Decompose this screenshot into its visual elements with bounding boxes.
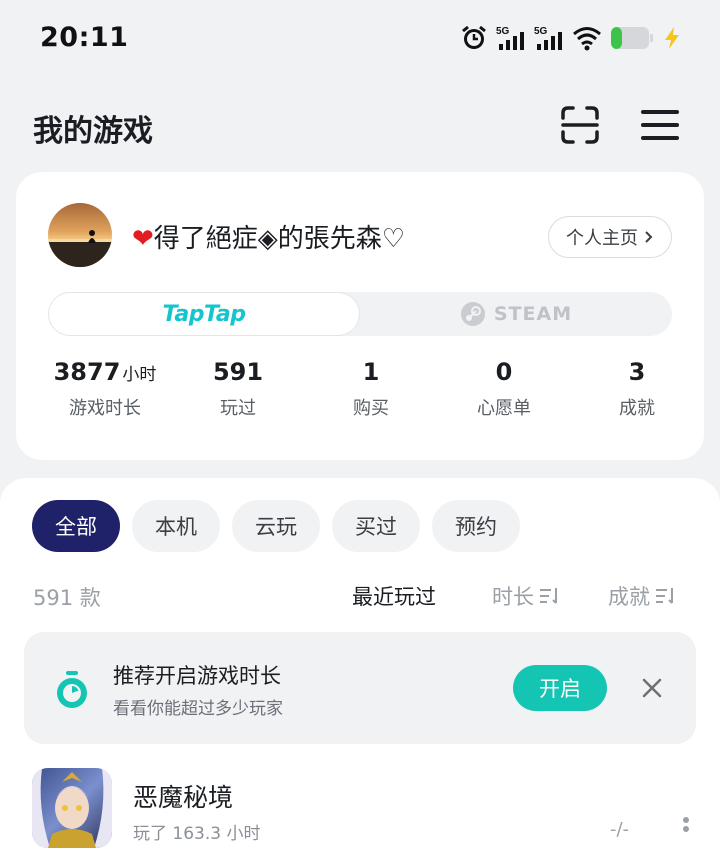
filter-chip-bought[interactable]: 买过 bbox=[332, 500, 420, 552]
stat-label: 心愿单 bbox=[477, 398, 531, 419]
svg-text:5G: 5G bbox=[534, 26, 548, 37]
sort-duration[interactable]: 时长 bbox=[492, 581, 560, 611]
stat-value: 0 bbox=[495, 358, 513, 386]
sort-achievement[interactable]: 成就 bbox=[608, 581, 676, 611]
stat-value: 3 bbox=[628, 358, 646, 386]
charging-icon bbox=[665, 27, 679, 49]
filter-chip-cloud[interactable]: 云玩 bbox=[232, 500, 320, 552]
filter-chip-local[interactable]: 本机 bbox=[132, 500, 220, 552]
close-icon[interactable] bbox=[640, 676, 664, 700]
sort-achievement-label: 成就 bbox=[608, 585, 650, 609]
tab-taptap[interactable]: TapTap bbox=[48, 292, 360, 336]
stat-playtime[interactable]: 3877 小时 游戏时长 bbox=[40, 358, 170, 420]
filter-chip-reserved[interactable]: 预约 bbox=[432, 500, 520, 552]
promo-title: 推荐开启游戏时长 bbox=[113, 664, 281, 688]
platform-toggle: TapTap STEAM bbox=[48, 292, 672, 336]
stopwatch-icon bbox=[57, 671, 87, 708]
game-name: 恶魔秘境 bbox=[133, 783, 234, 812]
tab-steam[interactable]: STEAM bbox=[360, 292, 672, 336]
stat-achievements[interactable]: 3 成就 bbox=[572, 358, 702, 420]
stat-wishlist[interactable]: 0 心愿单 bbox=[439, 358, 569, 420]
stat-value: 1 bbox=[362, 358, 380, 386]
stat-label: 玩过 bbox=[220, 398, 256, 419]
battery-icon bbox=[611, 27, 653, 49]
alarm-icon bbox=[462, 25, 486, 49]
signal-5g-icon: 5G bbox=[496, 26, 524, 50]
page-title: 我的游戏 bbox=[33, 114, 153, 149]
playtime-promo-banner: 推荐开启游戏时长 看看你能超过多少玩家 开启 bbox=[24, 632, 696, 744]
sort-icon bbox=[540, 588, 557, 604]
game-playtime: 玩了 163.3 小时 bbox=[133, 824, 261, 844]
heart-icon: ❤ bbox=[132, 224, 154, 254]
avatar[interactable] bbox=[48, 203, 112, 267]
profile-home-label: 个人主页 bbox=[566, 228, 638, 249]
game-list-item[interactable]: 恶魔秘境 玩了 163.3 小时 -/- bbox=[0, 764, 720, 868]
sort-duration-label: 时长 bbox=[492, 585, 534, 609]
stat-purchased[interactable]: 1 购买 bbox=[306, 358, 436, 420]
sort-icon bbox=[656, 588, 673, 604]
scan-button[interactable] bbox=[558, 103, 602, 147]
username-text: 得了絕症◈的張先森♡ bbox=[153, 224, 406, 254]
signal-5g-icon: 5G bbox=[534, 26, 562, 50]
profile-home-button[interactable]: 个人主页 bbox=[548, 216, 672, 258]
stats-row: 3877 小时 游戏时长 591 玩过 1 购买 0 心愿单 3 成就 bbox=[16, 358, 704, 428]
stat-value: 591 bbox=[212, 358, 264, 386]
svg-text:5G: 5G bbox=[496, 26, 510, 37]
promo-subtitle: 看看你能超过多少玩家 bbox=[113, 699, 283, 719]
menu-button[interactable] bbox=[638, 103, 682, 147]
username: ❤得了絕症◈的張先森♡ bbox=[132, 218, 405, 255]
stat-value: 3877 bbox=[53, 358, 121, 386]
status-time: 20:11 bbox=[40, 22, 129, 53]
game-list-panel: 全部 本机 云玩 买过 预约 591 款 最近玩过 时长 成就 推荐开启游戏时长… bbox=[0, 478, 720, 868]
chevron-right-icon bbox=[645, 231, 653, 243]
stat-played[interactable]: 591 玩过 bbox=[173, 358, 303, 420]
stat-unit: 小时 bbox=[122, 365, 157, 385]
profile-card: ❤得了絕症◈的張先森♡ 个人主页 TapTap STEAM 3877 小时 游戏时… bbox=[16, 172, 704, 460]
more-icon[interactable] bbox=[682, 816, 690, 842]
steam-icon bbox=[460, 302, 485, 326]
game-count: 591 款 bbox=[33, 586, 101, 610]
taptap-logo: TapTap bbox=[162, 301, 246, 327]
stat-label: 游戏时长 bbox=[69, 398, 141, 419]
status-bar: 20:11 5G 5G bbox=[0, 0, 720, 80]
wifi-icon bbox=[573, 27, 601, 51]
game-score: -/- bbox=[610, 819, 630, 840]
game-icon bbox=[32, 768, 112, 848]
menu-icon bbox=[641, 110, 679, 140]
status-icons: 5G 5G bbox=[460, 24, 682, 52]
stat-label: 购买 bbox=[353, 398, 389, 419]
steam-label: STEAM bbox=[493, 303, 573, 325]
stat-label: 成就 bbox=[619, 398, 655, 419]
sort-recent[interactable]: 最近玩过 bbox=[352, 581, 436, 611]
filter-chip-all[interactable]: 全部 bbox=[32, 500, 120, 552]
sort-recent-label: 最近玩过 bbox=[352, 585, 436, 609]
scan-icon bbox=[561, 106, 599, 144]
enable-playtime-button[interactable]: 开启 bbox=[513, 665, 607, 711]
